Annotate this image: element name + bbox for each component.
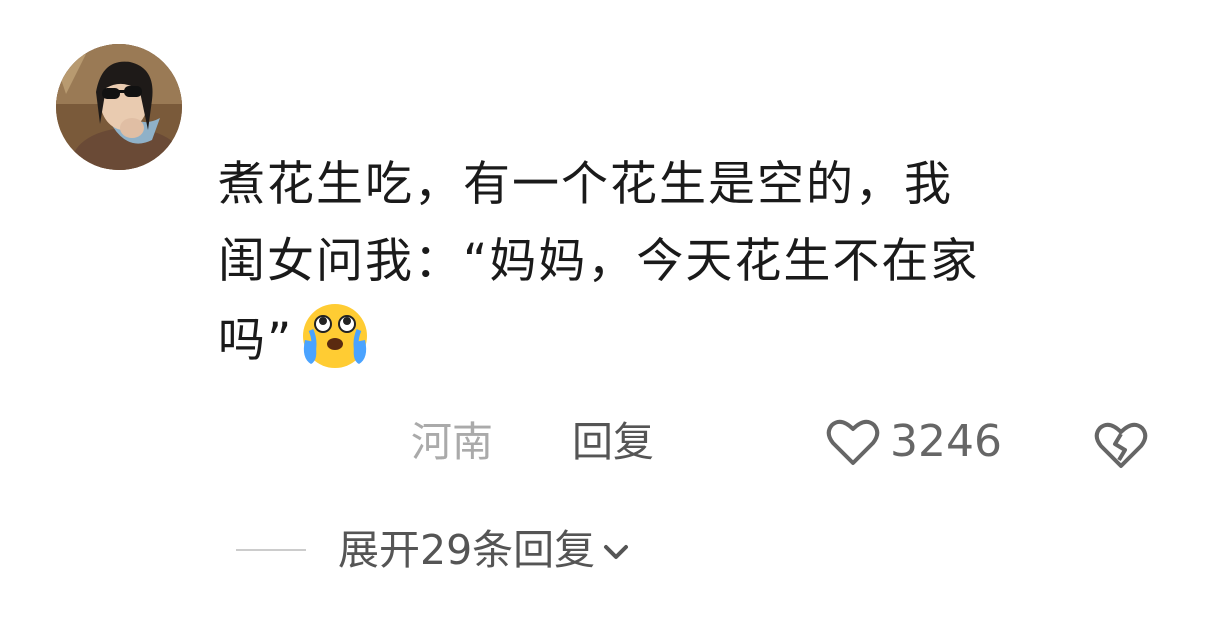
avatar[interactable] bbox=[56, 44, 182, 170]
like-button[interactable]: 3246 bbox=[826, 414, 1002, 470]
avatar-image bbox=[56, 44, 182, 170]
broken-heart-icon bbox=[1094, 422, 1148, 468]
comment-line: 闺女问我：“妈妈，今天花生不在家 bbox=[218, 234, 980, 289]
heart-outline-icon bbox=[826, 419, 880, 465]
expand-replies-button[interactable]: 展开29条回复 bbox=[236, 520, 631, 580]
reply-button[interactable]: 回复 bbox=[572, 414, 654, 470]
comment-line: 吗” bbox=[218, 300, 1158, 393]
comment-text: 煮花生吃，有一个花生是空的，我 闺女问我：“妈妈，今天花生不在家 吗” bbox=[218, 146, 1158, 393]
comment-meta: 河南 回复 3246 bbox=[0, 414, 1216, 474]
comment-line: 煮花生吃，有一个花生是空的，我 bbox=[218, 157, 953, 212]
chevron-down-icon bbox=[604, 545, 629, 559]
divider bbox=[236, 549, 306, 551]
comment-line-text: 吗” bbox=[218, 313, 294, 368]
like-count: 3246 bbox=[890, 416, 1002, 467]
dislike-button[interactable] bbox=[1094, 420, 1148, 474]
expand-replies-label: 展开29条回复 bbox=[338, 526, 596, 574]
location-label: 河南 bbox=[411, 418, 493, 466]
crying-face-emoji-icon bbox=[297, 300, 373, 393]
